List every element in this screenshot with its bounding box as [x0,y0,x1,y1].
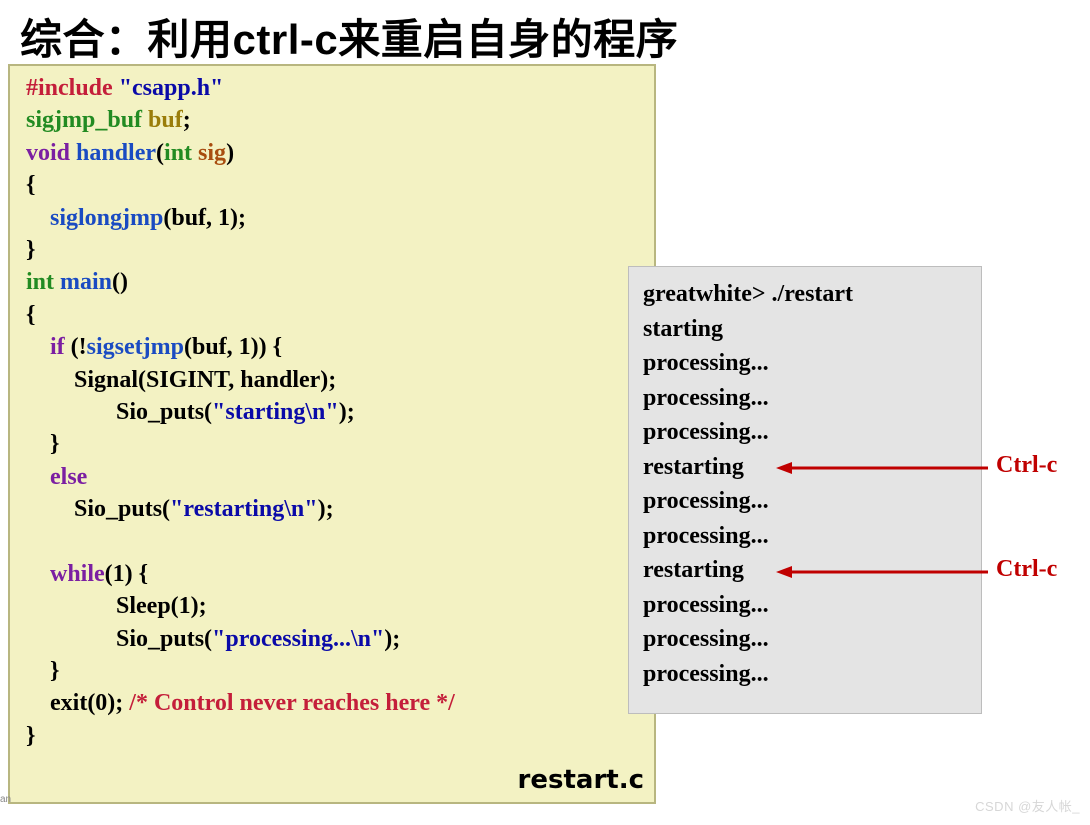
code-line: Sio_puts("restarting\n"); [26,493,642,525]
code-line: { [26,169,642,201]
code-line: else [26,461,642,493]
arrow-icon [776,460,988,480]
code-line: Signal(SIGINT, handler); [26,364,642,396]
output-line: processing... [643,346,967,381]
code-line [26,525,642,557]
slide-title: 综合：利用ctrl-c来重启自身的程序 [20,6,678,67]
watermark: CSDN @友人帐_ [975,796,1080,815]
code-line: if (!sigsetjmp(buf, 1)) { [26,331,642,363]
code-line: } [26,720,642,752]
output-line: processing... [643,622,967,657]
code-line: void handler(int sig) [26,137,642,169]
code-panel: #include "csapp.h" sigjmp_buf buf; void … [8,64,656,804]
ctrlc-label: Ctrl-c [996,452,1057,479]
output-line: processing... [643,657,967,692]
output-line: processing... [643,415,967,450]
code-line: while(1) { [26,558,642,590]
code-line: siglongjmp(buf, 1); [26,202,642,234]
side-tag: an [0,794,11,805]
code-filename: restart.c [518,763,644,798]
output-line: processing... [643,588,967,623]
code-line: sigjmp_buf buf; [26,104,642,136]
code-line: } [26,428,642,460]
code-line: } [26,655,642,687]
output-line: processing... [643,381,967,416]
output-line: processing... [643,519,967,554]
code-line: Sleep(1); [26,590,642,622]
output-line: starting [643,312,967,347]
arrow-icon [776,564,988,584]
code-line: } [26,234,642,266]
output-panel: greatwhite> ./restart starting processin… [628,266,982,714]
code-line: exit(0); /* Control never reaches here *… [26,687,642,719]
output-line: greatwhite> ./restart [643,277,967,312]
output-line: processing... [643,484,967,519]
code-line: Sio_puts("starting\n"); [26,396,642,428]
code-line: { [26,299,642,331]
code-line: #include "csapp.h" [26,72,642,104]
ctrlc-label: Ctrl-c [996,556,1057,583]
code-line: int main() [26,266,642,298]
code-line: Sio_puts("processing...\n"); [26,623,642,655]
